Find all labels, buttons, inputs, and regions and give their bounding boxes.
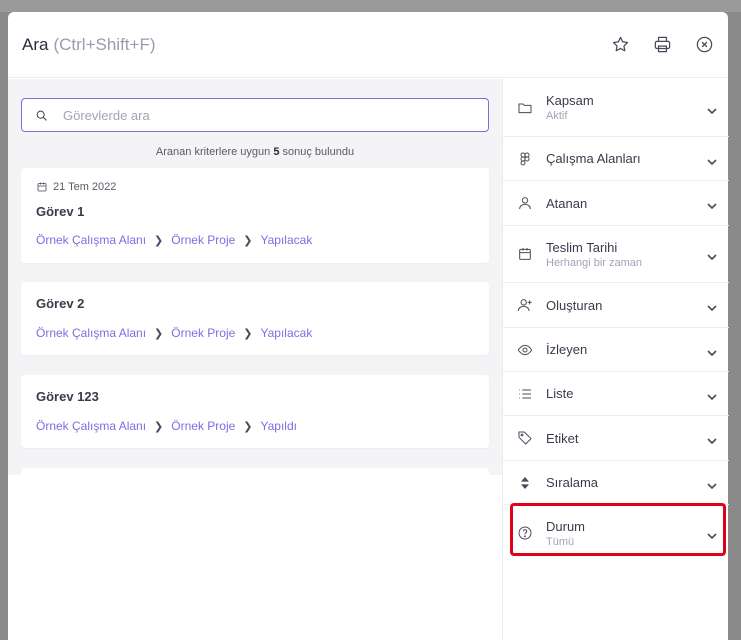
- breadcrumb-list[interactable]: Yapılacak: [261, 233, 313, 247]
- user-icon: [516, 195, 533, 212]
- chevron-down-icon: [707, 433, 717, 445]
- chevron-down-icon: [707, 300, 717, 312]
- chevron-right-icon: ❯: [154, 420, 164, 433]
- user-plus-icon: [516, 297, 533, 314]
- sort-icon: [516, 474, 533, 491]
- tag-icon: [516, 430, 533, 447]
- chevron-down-icon: [707, 528, 717, 540]
- breadcrumb-list[interactable]: Yapıldı: [261, 419, 297, 433]
- search-input[interactable]: [63, 107, 463, 123]
- task-title[interactable]: Görev 2: [36, 296, 84, 311]
- chevron-down-icon: [707, 103, 717, 114]
- breadcrumb-project[interactable]: Örnek Proje: [171, 326, 235, 340]
- result-card[interactable]: 21 Tem 2022 Görev 1 Örnek Çalışma Alanı ❯…: [21, 168, 489, 263]
- filter-durum[interactable]: Durum Tümü: [503, 505, 729, 561]
- close-icon[interactable]: [694, 35, 714, 55]
- calendar-icon: [37, 182, 47, 192]
- filter-izleyen[interactable]: İzleyen: [503, 328, 729, 372]
- chevron-right-icon: ❯: [243, 327, 253, 340]
- breadcrumb-project[interactable]: Örnek Proje: [171, 419, 235, 433]
- result-count-number: 5: [273, 146, 280, 158]
- task-breadcrumb: Örnek Çalışma Alanı ❯ Örnek Proje ❯ Yapılaca…: [36, 233, 312, 247]
- chevron-down-icon: [707, 478, 717, 489]
- breadcrumb-project[interactable]: Örnek Proje: [171, 233, 235, 247]
- breadcrumb-list[interactable]: Yapılacak: [261, 326, 313, 340]
- task-breadcrumb: Örnek Çalışma Alanı ❯ Örnek Proje ❯ Yapılaca…: [36, 326, 312, 340]
- task-due-date: 21 Tem 2022: [36, 181, 116, 193]
- chevron-down-icon: [707, 154, 717, 165]
- filter-sidebar: Kapsam Aktif Çalışma Alanları Atanan Tesl…: [502, 79, 729, 640]
- result-count: Aranan kriterlere uygun 5 sonuç bulundu: [155, 146, 355, 158]
- chevron-right-icon: ❯: [243, 420, 253, 433]
- list-icon: [516, 385, 533, 402]
- question-circle-icon: [516, 525, 533, 542]
- results-pane: Aranan kriterlere uygun 5 sonuç bulundu …: [8, 79, 502, 640]
- task-title[interactable]: Görev 1: [36, 204, 84, 219]
- folder-icon: [516, 99, 533, 116]
- chevron-right-icon: ❯: [154, 327, 164, 340]
- calendar-icon: [516, 246, 533, 263]
- chevron-down-icon: [707, 249, 717, 261]
- search-modal: Ara(Ctrl+Shift+F) Aranan kriterlere uygu…: [8, 12, 729, 640]
- modal-header: Ara (Ctrl+Shift+F): [8, 12, 728, 78]
- backdrop: [0, 0, 741, 12]
- result-card[interactable]: Görev 123 Örnek Çalışma Alanı ❯ Örnek Proj…: [21, 375, 489, 448]
- breadcrumb-workspace[interactable]: Örnek Çalışma Alanı: [36, 326, 146, 340]
- result-card[interactable]: Görev 2 Örnek Çalışma Alanı ❯ Örnek Proje ❯…: [21, 282, 489, 355]
- title-text: Ara: [22, 34, 49, 54]
- chevron-right-icon: ❯: [243, 234, 253, 247]
- print-icon[interactable]: [652, 35, 672, 55]
- star-icon[interactable]: [610, 35, 630, 55]
- filter-calisma-alanlari[interactable]: Çalışma Alanları: [503, 137, 729, 181]
- task-title[interactable]: Görev 123: [36, 389, 99, 404]
- eye-icon: [516, 341, 533, 358]
- breadcrumb-workspace[interactable]: Örnek Çalışma Alanı: [36, 419, 146, 433]
- filter-teslim-tarihi[interactable]: Teslim Tarihi Herhangi bir zaman: [503, 226, 729, 283]
- chevron-down-icon: [707, 345, 717, 356]
- workspace-icon: [516, 150, 533, 167]
- filter-siralama[interactable]: Sıralama: [503, 461, 729, 505]
- filter-etiket[interactable]: Etiket: [503, 416, 729, 461]
- shortcut-hint: (Ctrl+Shift+F): [53, 34, 156, 54]
- filter-olusturan[interactable]: Oluşturan: [503, 283, 729, 328]
- filter-atanan[interactable]: Atanan: [503, 181, 729, 226]
- modal-title: Ara (Ctrl+Shift+F): [22, 35, 156, 55]
- chevron-right-icon: ❯: [154, 234, 164, 247]
- search-box[interactable]: [21, 98, 489, 132]
- filter-liste[interactable]: Liste: [503, 372, 729, 416]
- breadcrumb-workspace[interactable]: Örnek Çalışma Alanı: [36, 233, 146, 247]
- search-icon: [36, 110, 47, 121]
- chevron-down-icon: [707, 389, 717, 400]
- filter-kapsam[interactable]: Kapsam Aktif: [503, 79, 729, 137]
- chevron-down-icon: [707, 198, 717, 210]
- results-empty-area: [8, 475, 502, 640]
- task-breadcrumb: Örnek Çalışma Alanı ❯ Örnek Proje ❯ Yapıldı: [36, 419, 297, 433]
